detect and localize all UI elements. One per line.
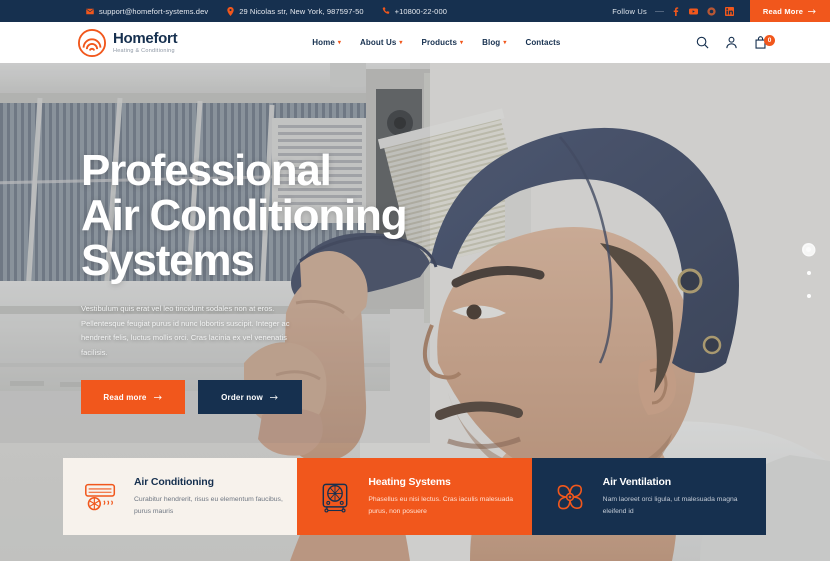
hero-title-line-2: Air Conditioning — [81, 191, 408, 240]
service-card-heating-systems[interactable]: Heating Systems Phasellus eu nisi lectus… — [297, 458, 532, 535]
slider-dot-3[interactable] — [806, 294, 811, 298]
top-contact-group: support@homefort-systems.dev 29 Nicolas … — [86, 6, 447, 16]
nav-label-home: Home — [312, 38, 335, 47]
arrow-right-icon — [808, 8, 816, 14]
service-card-air-conditioning[interactable]: Air Conditioning Curabitur hendrerit, ri… — [63, 458, 298, 535]
slider-dot-2[interactable] — [806, 271, 811, 275]
service-card-body: Heating Systems Phasellus eu nisi lectus… — [368, 476, 531, 517]
hero-title-line-1: Professional — [81, 146, 332, 195]
hero-button-group: Read more Order now — [81, 380, 501, 415]
hero-description: Vestibulum quis erat vel leo tincidunt s… — [81, 304, 290, 357]
youtube-icon[interactable] — [689, 7, 698, 16]
service-card-description: Phasellus eu nisi lectus. Cras iaculis m… — [368, 495, 514, 515]
nav-label-products: Products — [421, 38, 457, 47]
follow-us-label: Follow Us — [612, 6, 647, 16]
service-card-description: Curabitur hendrerit, risus eu elementum … — [134, 495, 283, 515]
chevron-down-icon: ▾ — [337, 39, 342, 46]
chevron-down-icon: ▾ — [399, 39, 403, 46]
divider-dash — [655, 10, 664, 12]
site-header: Homefort Heating & Conditioning Home ▾ A… — [0, 22, 830, 63]
top-info-bar: support@homefort-systems.dev 29 Nicolas … — [0, 0, 830, 22]
phone-icon — [382, 7, 390, 15]
social-links — [671, 6, 734, 16]
brand-tagline: Heating & Conditioning — [113, 47, 175, 54]
contact-phone[interactable]: +10800-22-000 — [382, 7, 447, 16]
slider-pagination — [806, 247, 811, 298]
service-cards: Air Conditioning Curabitur hendrerit, ri… — [63, 458, 766, 535]
header-action-icons: 0 — [696, 35, 775, 49]
nav-item-blog[interactable]: Blog ▾ — [482, 38, 506, 47]
facebook-icon[interactable] — [671, 6, 680, 16]
main-navigation: Home ▾ About Us ▾ Products ▾ Blog ▾ Cont… — [312, 38, 560, 47]
nav-label-blog: Blog — [482, 38, 501, 47]
ventilation-fan-icon — [550, 477, 590, 517]
envelope-icon — [86, 7, 94, 15]
chevron-down-icon: ▾ — [460, 39, 464, 46]
nav-item-about-us[interactable]: About Us ▾ — [360, 38, 402, 47]
contact-email-text: support@homefort-systems.dev — [99, 6, 209, 16]
page-root: support@homefort-systems.dev 29 Nicolas … — [0, 0, 830, 561]
hero-title-line-3: Systems — [81, 236, 255, 285]
topbar-read-more-label: Read More — [762, 6, 804, 16]
contact-phone-text: +10800-22-000 — [394, 6, 447, 16]
hero-title: Professional Air Conditioning Systems — [81, 148, 501, 283]
nav-label-contacts: Contacts — [525, 38, 561, 47]
service-card-description: Nam laoreet orci ligula, ut malesuada ma… — [602, 495, 738, 515]
logo-text-block: Homefort Heating & Conditioning — [113, 29, 178, 54]
contact-address-text: 29 Nicolas str, New York, 987597-50 — [239, 6, 364, 16]
air-conditioner-icon — [81, 477, 121, 517]
hero-order-now-button[interactable]: Order now — [198, 380, 302, 415]
contact-address[interactable]: 29 Nicolas str, New York, 987597-50 — [226, 6, 364, 16]
chevron-down-icon: ▾ — [503, 39, 507, 46]
hero-content: Professional Air Conditioning Systems Ve… — [81, 148, 501, 415]
homefort-logo-icon — [78, 28, 106, 57]
instagram-icon[interactable] — [707, 6, 716, 16]
service-card-title: Air Ventilation — [602, 475, 671, 488]
arrow-right-icon — [269, 395, 278, 400]
contact-email[interactable]: support@homefort-systems.dev — [86, 7, 208, 16]
linkedin-icon[interactable] — [725, 6, 734, 16]
location-pin-icon — [226, 6, 234, 16]
service-card-title: Heating Systems — [368, 475, 451, 488]
service-card-body: Air Conditioning Curabitur hendrerit, ri… — [134, 476, 297, 517]
cart-count-badge: 0 — [764, 35, 775, 46]
nav-item-contacts[interactable]: Contacts — [525, 38, 560, 47]
search-icon[interactable] — [696, 36, 709, 49]
site-logo[interactable]: Homefort Heating & Conditioning — [78, 28, 178, 57]
hero-order-now-label: Order now — [221, 392, 263, 402]
top-social-group: Follow Us Read More — [612, 0, 830, 22]
arrow-right-icon — [153, 395, 162, 400]
hero-read-more-button[interactable]: Read more — [81, 380, 185, 415]
service-card-body: Air Ventilation Nam laoreet orci ligula,… — [603, 476, 766, 517]
service-card-title: Air Conditioning — [134, 475, 214, 488]
brand-name: Homefort — [113, 29, 178, 47]
hero-read-more-label: Read more — [103, 392, 147, 402]
nav-label-about-us: About Us — [360, 38, 397, 47]
topbar-read-more-button[interactable]: Read More — [750, 0, 830, 22]
shopping-bag-icon[interactable]: 0 — [754, 35, 775, 49]
heater-icon — [315, 477, 355, 517]
slider-dot-1[interactable] — [806, 247, 811, 252]
nav-item-home[interactable]: Home ▾ — [312, 38, 341, 47]
nav-item-products[interactable]: Products ▾ — [422, 38, 464, 47]
user-account-icon[interactable] — [725, 36, 738, 49]
service-card-air-ventilation[interactable]: Air Ventilation Nam laoreet orci ligula,… — [531, 458, 766, 535]
